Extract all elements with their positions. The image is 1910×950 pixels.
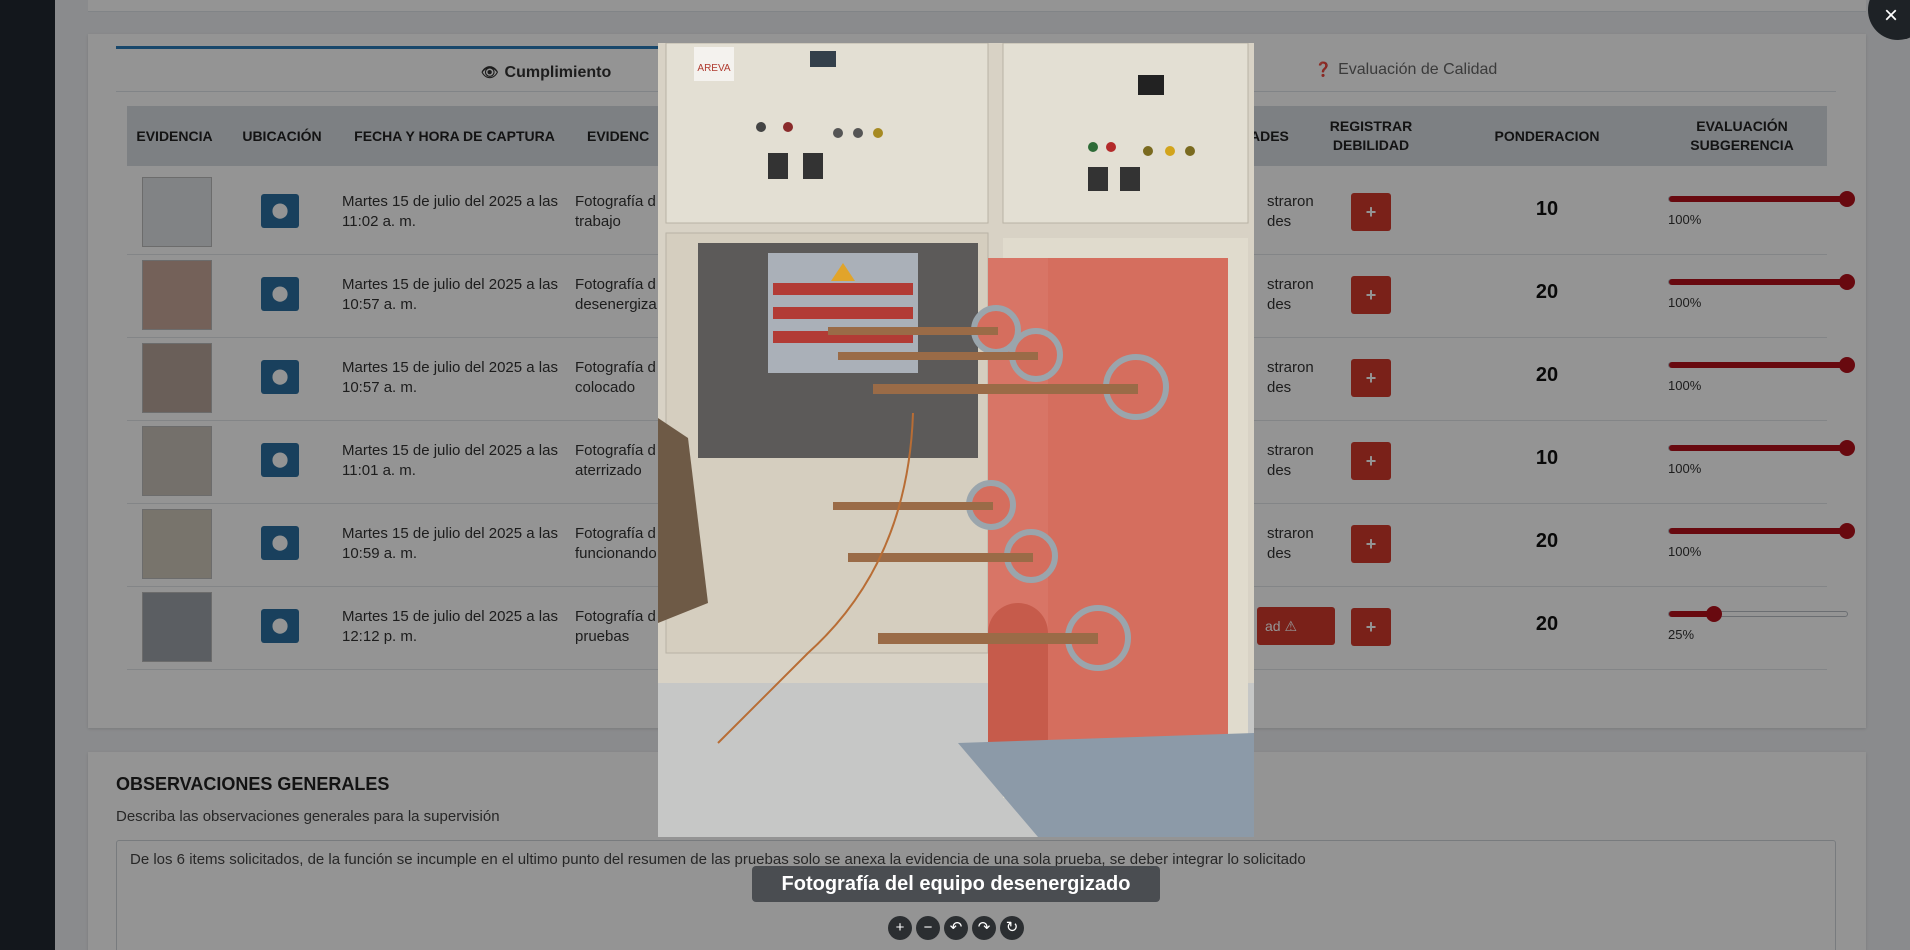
photo-caption: Fotografía del equipo desenergizado: [752, 866, 1160, 902]
close-icon: ×: [1884, 2, 1899, 29]
panel-brand-label: AREVA: [697, 63, 730, 74]
reset-button[interactable]: ↻: [1000, 916, 1024, 940]
viewer-controls: + − ↶ ↷ ↻: [888, 916, 1024, 940]
rotate-right-button[interactable]: ↷: [972, 916, 996, 940]
zoom-out-button[interactable]: −: [916, 916, 940, 940]
rotate-left-button[interactable]: ↶: [944, 916, 968, 940]
zoom-in-button[interactable]: +: [888, 916, 912, 940]
equipment-photo-image: AREVA: [658, 43, 1254, 837]
evidence-photo: AREVA: [658, 43, 1254, 837]
